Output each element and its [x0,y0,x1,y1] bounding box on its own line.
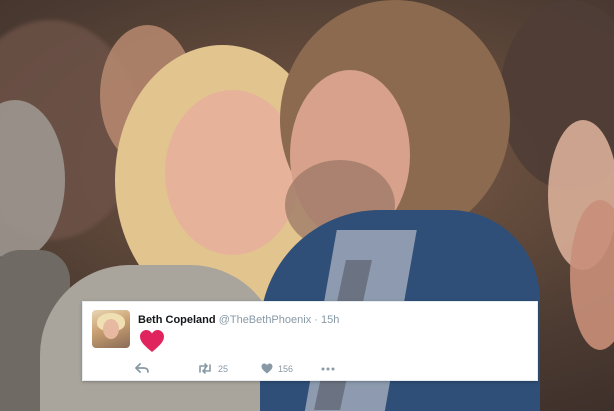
avatar[interactable] [92,310,130,348]
retweet-count: 25 [218,363,229,374]
tweet-actions: 25 156 [133,363,353,377]
separator-dot: · [314,314,318,326]
more-icon [321,367,335,371]
heart-emoji-icon [140,330,164,352]
author-handle[interactable]: @TheBethPhoenix [219,314,312,326]
author-name[interactable]: Beth Copeland [138,314,216,326]
tweet-card[interactable]: Beth Copeland @TheBethPhoenix · 15h 25 1… [82,301,538,381]
retweet-button[interactable]: 25 [197,363,228,374]
retweet-icon [199,363,211,374]
avatar-face [103,319,119,339]
tweet-time[interactable]: 15h [321,314,339,326]
like-count: 156 [278,363,294,374]
reply-icon [135,363,149,373]
reply-button[interactable] [135,363,149,373]
like-icon [261,363,273,374]
heart-shape [140,330,164,352]
more-button[interactable] [321,366,335,372]
tweet-header: Beth Copeland @TheBethPhoenix · 15h [138,313,339,327]
like-button[interactable]: 156 [261,363,293,374]
